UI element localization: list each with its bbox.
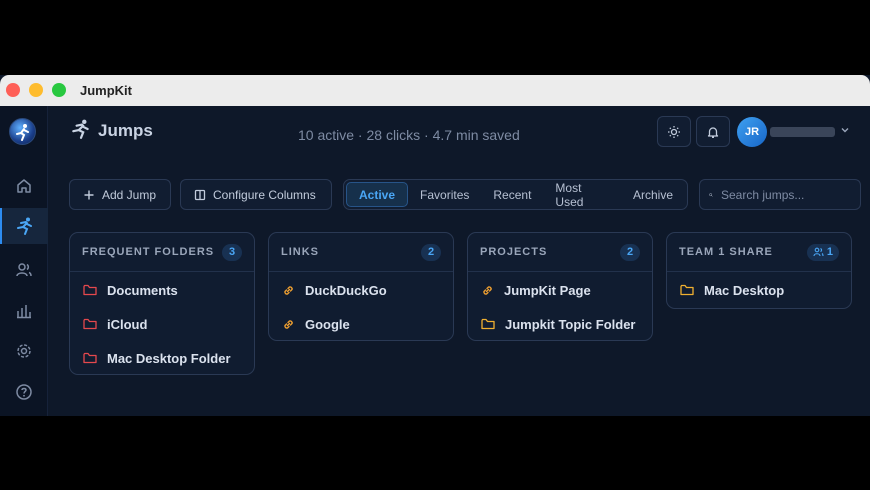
tab-most-used[interactable]: Most Used — [543, 181, 621, 209]
card-title: FREQUENT FOLDERS — [82, 246, 215, 258]
card-frequent-folders: FREQUENT FOLDERS 3 Documents iCloud Mac … — [69, 232, 255, 375]
item-label: Mac Desktop — [704, 282, 785, 298]
app-logo[interactable] — [9, 118, 36, 145]
item-label: Documents — [107, 282, 178, 298]
shared-users-badge: 1 — [806, 243, 839, 261]
list-item[interactable]: Jumpkit Topic Folder — [468, 307, 652, 341]
item-label: Jumpkit Topic Folder — [505, 316, 636, 332]
close-window-button[interactable] — [6, 83, 20, 97]
card-links: LINKS 2 DuckDuckGo Google — [268, 232, 454, 341]
tab-archive[interactable]: Archive — [621, 182, 685, 207]
search-input[interactable] — [721, 187, 851, 202]
jumps-icon — [72, 119, 89, 139]
jumps-icon — [17, 217, 32, 235]
chevron-down-icon[interactable] — [840, 125, 850, 135]
card-header: PROJECTS 2 — [468, 233, 652, 272]
usage-stats: 10 active · 28 clicks · 4.7 min saved — [298, 127, 520, 143]
link-icon — [483, 285, 492, 295]
chart-icon — [17, 305, 31, 319]
card-title: PROJECTS — [480, 246, 548, 258]
card-header: LINKS 2 — [269, 233, 453, 272]
add-jump-label: Add Jump — [102, 187, 157, 202]
configure-columns-label: Configure Columns — [213, 187, 316, 202]
list-item[interactable]: iCloud — [70, 307, 254, 341]
link-icon — [284, 285, 293, 295]
zoom-window-button[interactable] — [52, 83, 66, 97]
tab-recent[interactable]: Recent — [481, 182, 543, 207]
app-window: JumpKit Jumps 10 active · 28 clicks · 4.… — [0, 75, 870, 416]
item-label: JumpKit Page — [504, 282, 591, 298]
search-icon — [709, 192, 713, 197]
count-badge: 3 — [222, 243, 242, 261]
search-box[interactable] — [699, 179, 861, 210]
card-header: TEAM 1 SHARE 1 — [667, 233, 851, 272]
users-icon — [16, 263, 32, 277]
item-label: Mac Desktop Folder — [107, 350, 231, 366]
sidebar-item-home[interactable] — [0, 168, 48, 204]
sidebar-item-users[interactable] — [0, 252, 48, 288]
folder-icon — [83, 352, 97, 364]
sidebar — [0, 106, 48, 416]
sidebar-item-settings[interactable] — [0, 333, 48, 369]
bell-icon — [707, 126, 719, 138]
sidebar-item-analytics[interactable] — [0, 293, 48, 329]
card-title: LINKS — [281, 246, 319, 258]
tab-favorites[interactable]: Favorites — [408, 182, 481, 207]
avatar[interactable]: JR — [737, 117, 767, 147]
card-projects: PROJECTS 2 JumpKit Page Jumpkit Topic Fo… — [467, 232, 653, 341]
columns-icon — [194, 189, 206, 200]
tab-active[interactable]: Active — [346, 182, 409, 207]
sidebar-item-jumps[interactable] — [0, 208, 48, 244]
count-badge: 2 — [421, 243, 441, 261]
page-title: Jumps — [98, 121, 153, 140]
users-icon — [813, 247, 824, 257]
help-icon — [16, 384, 32, 400]
list-item[interactable]: Documents — [70, 273, 254, 307]
item-label: Google — [305, 316, 350, 332]
list-item[interactable]: Mac Desktop — [667, 273, 851, 307]
title-bar: JumpKit — [0, 75, 870, 106]
sidebar-item-help[interactable] — [0, 374, 48, 410]
list-item[interactable]: Google — [269, 307, 453, 341]
main-content: Jumps 10 active · 28 clicks · 4.7 min sa… — [48, 106, 870, 416]
home-icon — [17, 179, 31, 193]
link-icon — [284, 319, 293, 329]
notifications-button[interactable] — [696, 116, 730, 147]
list-item[interactable]: Mac Desktop Folder — [70, 341, 254, 375]
theme-toggle-button[interactable] — [657, 116, 691, 147]
list-item[interactable]: DuckDuckGo — [269, 273, 453, 307]
card-title: TEAM 1 SHARE — [679, 246, 773, 258]
filter-tabs: Active Favorites Recent Most Used Archiv… — [343, 179, 688, 210]
folder-icon — [481, 318, 495, 330]
item-label: iCloud — [107, 316, 148, 332]
folder-icon — [680, 284, 694, 296]
list-item[interactable]: JumpKit Page — [468, 273, 652, 307]
configure-columns-button[interactable]: Configure Columns — [180, 179, 332, 210]
count-badge: 2 — [620, 243, 640, 261]
gear-icon — [17, 344, 31, 358]
item-label: DuckDuckGo — [305, 282, 387, 298]
minimize-window-button[interactable] — [29, 83, 43, 97]
add-jump-button[interactable]: Add Jump — [69, 179, 171, 210]
folder-icon — [83, 318, 97, 330]
window-title: JumpKit — [80, 83, 132, 98]
sun-icon — [668, 125, 680, 138]
folder-icon — [83, 284, 97, 296]
card-header: FREQUENT FOLDERS 3 — [70, 233, 254, 272]
plus-icon — [84, 190, 94, 199]
count-badge: 1 — [826, 246, 833, 258]
card-team-share: TEAM 1 SHARE 1 Mac Desktop — [666, 232, 852, 309]
user-name-redacted[interactable] — [770, 127, 835, 137]
